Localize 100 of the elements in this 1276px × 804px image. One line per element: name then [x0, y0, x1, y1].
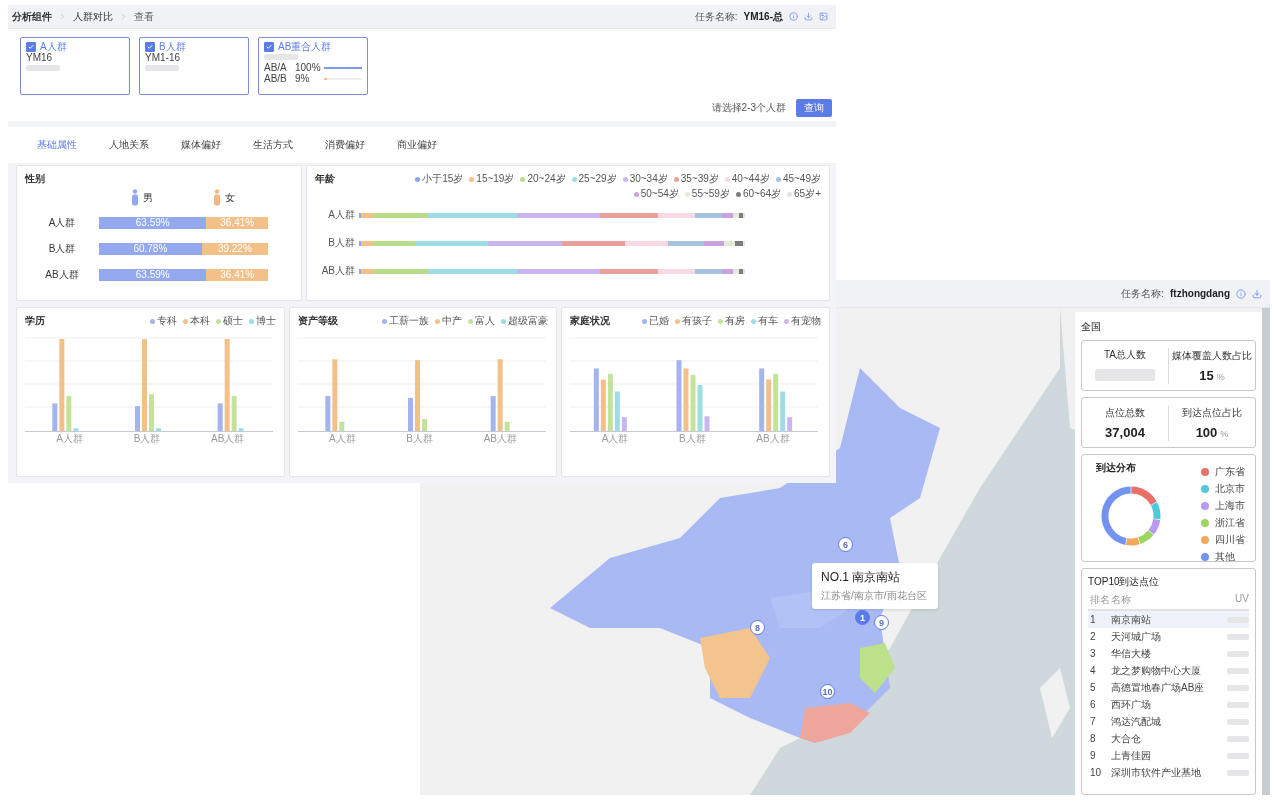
axis-label: A人群	[601, 432, 629, 446]
axis-label: B人群	[679, 432, 706, 446]
ranking-row[interactable]: 10 深圳市软件产业基地	[1088, 764, 1249, 781]
column-header: 名称	[1111, 593, 1132, 607]
redacted-text	[1227, 650, 1249, 657]
ranking-row[interactable]: 6 西环广场	[1088, 696, 1249, 713]
tab[interactable]: 媒体偏好	[181, 138, 221, 152]
rank-cell-text: 4	[1089, 665, 1097, 676]
row-label: A人群	[47, 216, 77, 230]
legend-item: 30~34岁	[622, 172, 668, 186]
ranking-row[interactable]: 5 高德置地春广场AB座	[1088, 679, 1249, 696]
info-icon[interactable]	[1236, 288, 1246, 299]
ratio-value: 9%	[295, 73, 311, 84]
ratio-label: AB/B	[264, 73, 288, 84]
checkbox[interactable]	[145, 41, 155, 52]
info-icon[interactable]	[789, 12, 798, 21]
legend-item: 40~44岁	[724, 172, 770, 186]
ranking-row[interactable]: 1 南京南站	[1088, 611, 1249, 628]
redacted-text	[26, 65, 60, 71]
task-label: 任务名称:	[1121, 286, 1164, 301]
legend-item: 25~29岁	[571, 172, 617, 186]
legend-item: 富人	[468, 314, 496, 328]
row-label: AB人群	[320, 264, 355, 278]
task-label: 任务名称:	[694, 9, 738, 24]
redacted-text	[1227, 735, 1249, 742]
redacted-text	[1227, 684, 1249, 691]
stat-value: 100 %	[1195, 424, 1229, 440]
ranking-row[interactable]: 9 上青佳园	[1088, 747, 1249, 764]
row-label: B人群	[47, 242, 77, 256]
ranking-row[interactable]: 7 鸿达汽配城	[1088, 713, 1249, 730]
legend-item: 其他	[1201, 550, 1245, 564]
redacted-text	[1095, 369, 1155, 381]
axis-label: AB人群	[483, 432, 517, 446]
group-name: A人群	[40, 41, 67, 52]
row-label: B人群	[327, 236, 355, 250]
bar	[135, 406, 140, 431]
card-title: 到达分布	[1096, 461, 1136, 475]
ranking-row[interactable]: 3 华信大楼	[1088, 645, 1249, 662]
legend-item: 有孩子	[675, 314, 712, 328]
legend-item: 已婚	[642, 314, 669, 328]
tab[interactable]: 基础属性	[37, 138, 77, 152]
group-card[interactable]: B人群 YM1-16	[139, 37, 249, 95]
legend-item: 小于15岁	[415, 172, 464, 186]
tab[interactable]: 人地关系	[109, 138, 149, 152]
checkbox[interactable]	[26, 41, 36, 52]
column-header: UV	[1235, 593, 1249, 606]
rank-cell-text: 8	[1089, 733, 1097, 744]
chart-title: 性别	[25, 172, 46, 186]
rank-cell-text: 3	[1089, 648, 1097, 659]
breadcrumb-link[interactable]: 查看	[134, 9, 154, 24]
legend-item: 硕士	[215, 314, 243, 328]
male-share-bar: 60.78%	[99, 243, 202, 255]
task-name: YM16-总	[743, 9, 783, 24]
rank-cell-text: 5	[1089, 682, 1097, 693]
stat-label: TA总人数	[1103, 348, 1146, 362]
stat-label: 点位总数	[1105, 405, 1145, 420]
chevron-icon	[58, 12, 67, 21]
row-label: AB人群	[44, 268, 80, 282]
rank-cell-text: 2	[1089, 631, 1097, 642]
legend-item: 60~64岁	[735, 187, 782, 201]
download-icon[interactable]	[1252, 288, 1262, 299]
stat-value: 37,004	[1105, 424, 1145, 440]
legend-item: 有房	[718, 314, 745, 328]
redacted-text	[264, 54, 298, 60]
tab[interactable]: 商业偏好	[397, 138, 437, 152]
legend-item: 50~54岁	[633, 187, 679, 201]
legend-item: 浙江省	[1201, 516, 1245, 530]
axis-label: A人群	[329, 432, 356, 446]
breadcrumb-link[interactable]: 分析组件	[12, 9, 52, 24]
checkbox[interactable]	[264, 41, 274, 52]
name-cell-text: 鸿达汽配城	[1111, 714, 1162, 729]
person-icon	[213, 189, 221, 206]
bar	[149, 394, 154, 431]
card-title: TOP10到达点位	[1088, 575, 1160, 589]
legend-item: 北京市	[1201, 482, 1245, 496]
ranking-row[interactable]: 2 天河城广场	[1088, 628, 1249, 645]
image-icon[interactable]	[819, 12, 828, 21]
tab[interactable]: 消费偏好	[325, 138, 365, 152]
group-card[interactable]: AB重合人群 AB/A 100% AB/B 9%	[258, 37, 368, 95]
redacted-text	[1227, 633, 1249, 640]
panel-title: 全国	[1081, 320, 1101, 334]
legend-label: 男	[143, 190, 153, 205]
rank-cell-text: 1	[1089, 614, 1097, 625]
group-code: YM16	[26, 52, 54, 63]
redacted-text	[1227, 752, 1249, 759]
group-card[interactable]: A人群 YM16	[20, 37, 130, 95]
legend-item: 35~39岁	[673, 172, 719, 186]
name-cell-text: 西环广场	[1111, 697, 1152, 712]
tab[interactable]: 生活方式	[253, 138, 293, 152]
download-icon[interactable]	[804, 12, 813, 21]
name-cell-text: 龙之梦购物中心大厦	[1111, 663, 1202, 678]
breadcrumb-link[interactable]: 人群对比	[73, 9, 113, 24]
rank-cell-text: 10	[1089, 767, 1103, 778]
ranking-row[interactable]: 4 龙之梦购物中心大厦	[1088, 662, 1249, 679]
query-button[interactable]: 查询	[796, 99, 832, 117]
ranking-row[interactable]: 8 大合仓	[1088, 730, 1249, 747]
redacted-text	[1227, 616, 1249, 623]
ratio-value: 100%	[295, 62, 321, 73]
axis-label: A人群	[56, 432, 83, 446]
legend-item: 工薪一族	[382, 314, 430, 328]
